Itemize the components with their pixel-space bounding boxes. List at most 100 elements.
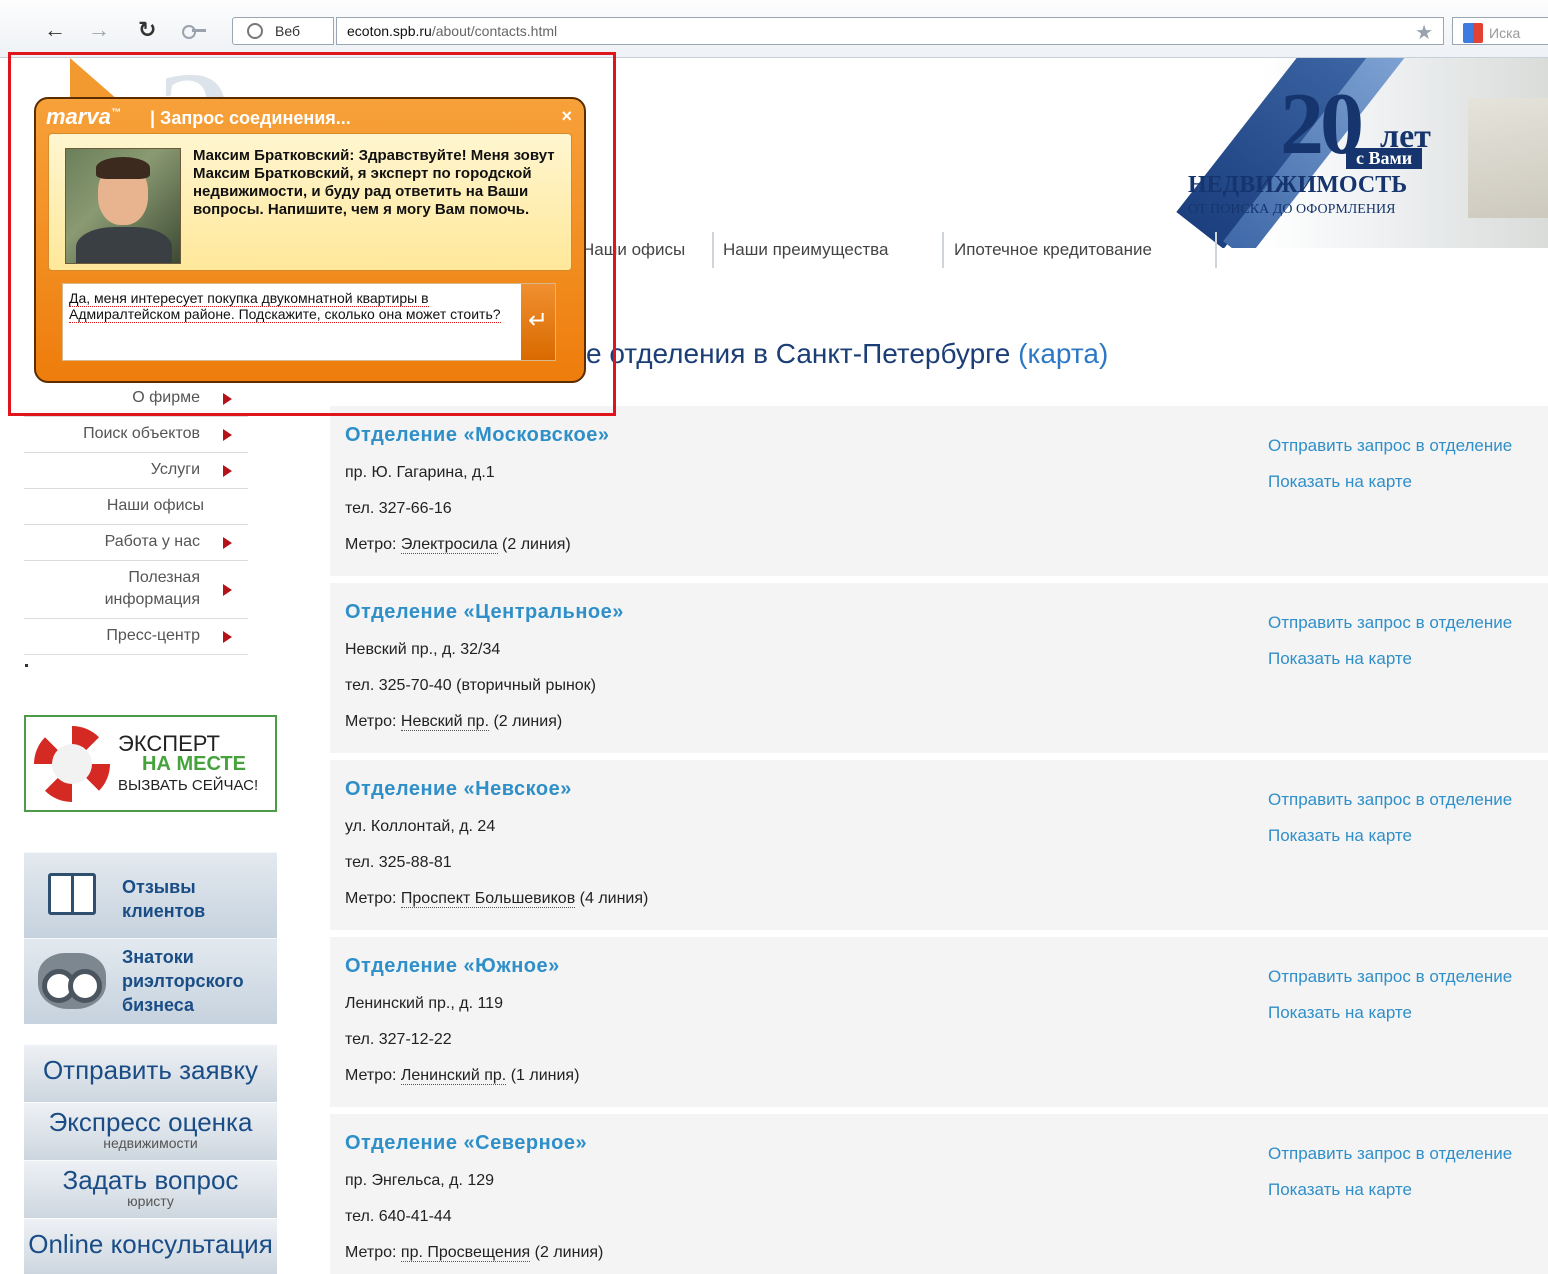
show-on-map-link[interactable]: Показать на карте [1268,1180,1412,1200]
url-host: ecoton.spb.ru [347,23,432,39]
office-address: пр. Энгельса, д. 129 [345,1172,495,1189]
office-address: Невский пр., д. 32/34 [345,641,501,658]
sidebar-item-offices[interactable]: Наши офисы [24,489,248,525]
metro-line: (2 линия) [502,536,571,553]
office-phone: тел. 327-66-16 [345,500,452,517]
office-name[interactable]: Отделение «Московское» [345,424,609,447]
search-placeholder: Иска [1489,25,1521,41]
sidebar-item-label: Наши офисы [106,497,204,514]
show-on-map-link[interactable]: Показать на карте [1268,472,1412,492]
expert-on-site-button[interactable]: ЭКСПЕРТ НА МЕСТЕ ВЫЗВАТЬ СЕЙЧАС! [24,715,277,812]
send-office-request-link[interactable]: Отправить запрос в отделение [1268,613,1512,633]
metro-station: Невский пр. [400,713,490,731]
express-valuation-label: Экспресс оценка [48,1107,253,1137]
office-name[interactable]: Отделение «Невское» [345,778,572,801]
express-valuation-button[interactable]: Экспресс оценка недвижимости [24,1102,277,1160]
key-icon[interactable] [182,24,208,39]
sidebar-item-label: Пресс-центр [106,627,200,644]
office-name[interactable]: Отделение «Северное» [345,1132,587,1155]
reviews-button[interactable]: Отзывы клиентов [24,852,277,938]
metro-label: Метро: [345,536,397,553]
office-metro: Метро: Невский пр. (2 линия) [345,713,562,731]
topnav-item-advantages[interactable]: Наши преимущества [723,232,888,260]
sidebar-item-press[interactable]: Пресс-центр [24,619,248,655]
ask-lawyer-button[interactable]: Задать вопрос юристу [24,1160,277,1218]
back-icon[interactable]: ← [44,18,66,42]
office-metro: Метро: пр. Просвещения (2 линия) [345,1244,603,1262]
office-address: ул. Коллонтай, д. 24 [345,818,496,835]
highlight-frame [8,52,616,416]
office-name[interactable]: Отделение «Южное» [345,955,560,978]
arrow-right-icon [223,630,232,643]
office-card: Отделение «Московское» пр. Ю. Гагарина, … [330,406,1548,576]
express-valuation-sub: недвижимости [103,1135,198,1151]
office-phone: тел. 327-12-22 [345,1031,452,1048]
arrow-right-icon [223,464,232,477]
office-address: пр. Ю. Гагарина, д.1 [345,464,495,481]
ask-lawyer-label: Задать вопрос [62,1165,239,1195]
online-consultation-button[interactable]: Online консультация [24,1218,277,1274]
url-path: /about/contacts.html [431,23,558,39]
book-icon [48,873,96,915]
office-metro: Метро: Электросила (2 линия) [345,536,571,554]
star-icon[interactable]: ★ [1415,20,1433,45]
globe-icon [247,23,263,39]
send-request-button[interactable]: Отправить заявку [24,1044,277,1102]
metro-label: Метро: [345,713,397,730]
office-card: Отделение «Северное» пр. Энгельса, д. 12… [330,1114,1548,1274]
office-phone: тел. 325-70-40 (вторичный рынок) [345,677,597,694]
topnav-item-mortgage[interactable]: Ипотечное кредитование [954,232,1152,260]
nav-divider [942,232,944,268]
office-phone: тел. 325-88-81 [345,854,452,871]
sidebar-item-useful-info[interactable]: Полезная информация [24,561,248,619]
send-request-label: Отправить заявку [42,1055,259,1085]
online-consultation-label: Online консультация [28,1229,273,1259]
metro-label: Метро: [345,890,397,907]
web-search-input[interactable]: Иска [1452,17,1548,45]
lifebuoy-icon [34,726,110,802]
send-office-request-link[interactable]: Отправить запрос в отделение [1268,967,1512,987]
send-office-request-link[interactable]: Отправить запрос в отделение [1268,1144,1512,1164]
metro-line: (4 линия) [579,890,649,907]
show-on-map-link[interactable]: Показать на карте [1268,826,1412,846]
metro-label: Метро: [345,1067,397,1084]
arrow-right-icon [223,536,232,549]
send-office-request-link[interactable]: Отправить запрос в отделение [1268,436,1512,456]
metro-label: Метро: [345,1244,397,1261]
sidebar-item-search[interactable]: Поиск объектов [24,417,248,453]
show-on-map-link[interactable]: Показать на карте [1268,1003,1412,1023]
sidebar-item-jobs[interactable]: Работа у нас [24,525,248,561]
sidebar-item-services[interactable]: Услуги [24,453,248,489]
separator-dot [25,664,28,667]
arrow-right-icon [223,583,232,596]
office-phone: тел. 640-41-44 [345,1208,452,1225]
arrow-right-icon [223,428,232,441]
anniversary-with-you: с Вами [1346,148,1423,169]
show-on-map-link[interactable]: Показать на карте [1268,649,1412,669]
owl-icon [38,953,106,1009]
banner-title: НЕДВИЖИМОСТЬ [1188,172,1408,198]
office-name[interactable]: Отделение «Центральное» [345,601,624,624]
address-bar[interactable]: ecoton.spb.ru/about/contacts.html ★ ▼ [336,17,1461,45]
reload-icon[interactable]: ↻ [138,18,156,42]
google-icon [1463,23,1483,43]
sidebar-item-label: Поиск объектов [83,425,200,442]
experts-club-button[interactable]: Знатоки риэлторского бизнеса [24,938,277,1024]
sidebar-item-label: Услуги [150,461,200,478]
send-office-request-link[interactable]: Отправить запрос в отделение [1268,790,1512,810]
metro-line: (2 линия) [534,1244,604,1261]
sidebar-item-label: Полезная информация [104,569,200,608]
office-address: Ленинский пр., д. 119 [345,995,503,1012]
map-link[interactable]: (карта) [1018,338,1108,369]
search-type-label: Веб [275,23,300,39]
banner-subtitle: ОТ ПОИСКА ДО ОФОРМЛЕНИЯ [1188,202,1396,217]
page-title-text: е отделения в Санкт-Петербурге [586,338,1011,369]
forward-icon[interactable]: → [88,18,110,42]
office-card: Отделение «Центральное» Невский пр., д. … [330,583,1548,753]
metro-station: Проспект Большевиков [400,890,576,908]
search-type-selector[interactable]: Веб [232,17,334,45]
office-metro: Метро: Ленинский пр. (1 линия) [345,1067,579,1085]
metro-station: Ленинский пр. [400,1067,507,1085]
sidebar-item-label: Работа у нас [104,533,200,550]
nav-divider [712,232,714,268]
